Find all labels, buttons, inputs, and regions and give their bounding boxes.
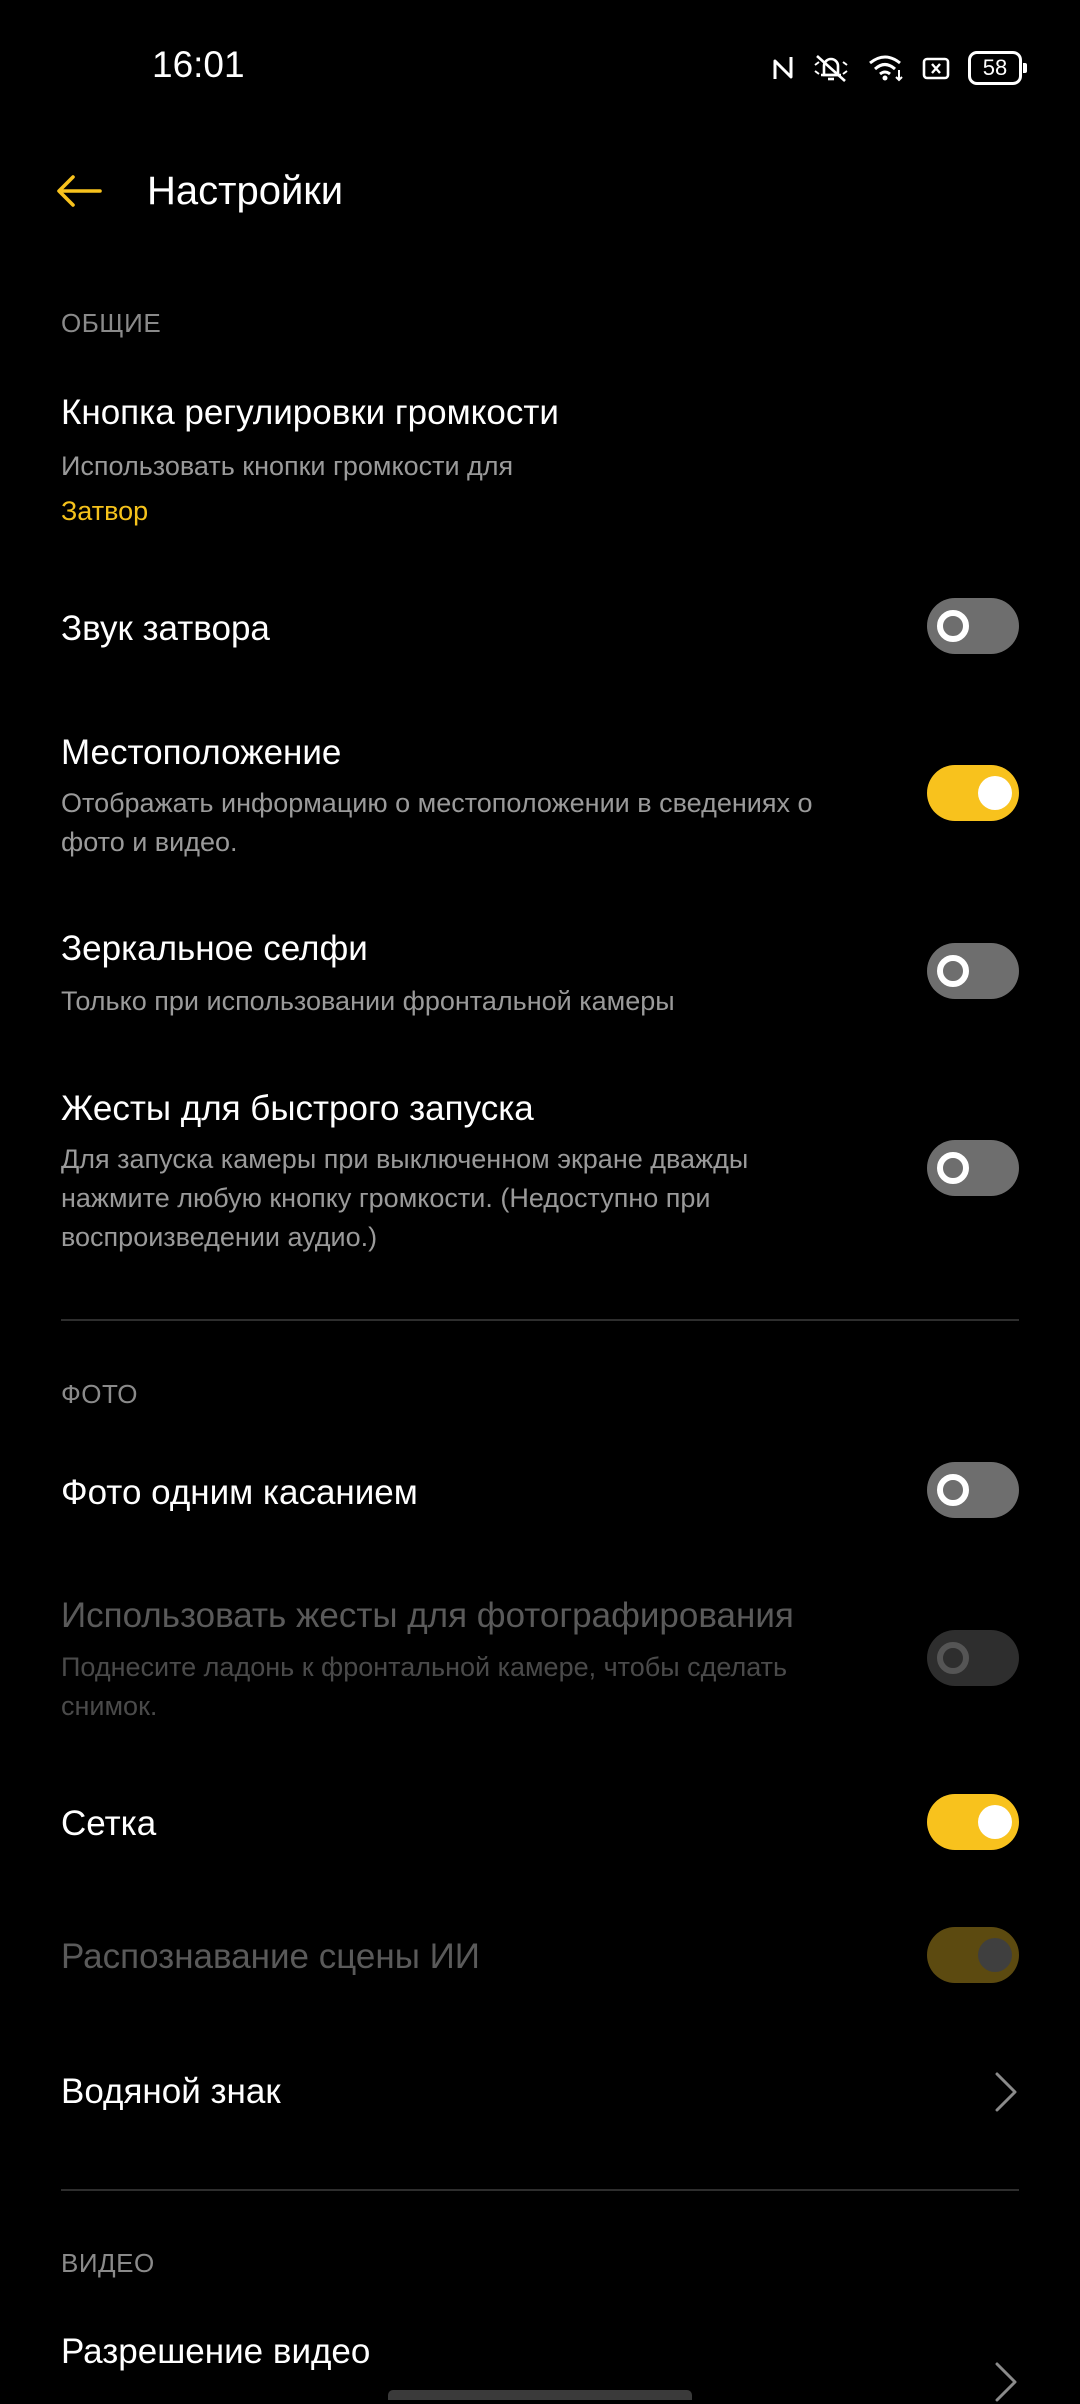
quick-launch-toggle[interactable] [927, 1140, 1019, 1196]
setting-video-resolution[interactable]: Разрешение видео [0, 2310, 1080, 2402]
setting-title: Местоположение [61, 733, 342, 772]
section-header-photo: ФОТО [61, 1379, 138, 1409]
setting-subtitle: Только при использовании фронтальной кам… [61, 986, 675, 1016]
shutter-sound-toggle[interactable] [927, 598, 1019, 654]
grid-toggle[interactable] [927, 1794, 1019, 1850]
setting-quick-launch[interactable]: Жесты для быстрого запуска Для запуска к… [0, 1075, 1080, 1265]
setting-gesture-photo: Использовать жесты для фотографирования … [0, 1580, 1080, 1740]
setting-subtitle: Для запуска камеры при выключенном экран… [61, 1144, 749, 1252]
section-divider [61, 1319, 1019, 1321]
one-touch-photo-toggle[interactable] [927, 1462, 1019, 1518]
setting-title: Жесты для быстрого запуска [61, 1089, 534, 1128]
mirror-selfie-toggle[interactable] [927, 943, 1019, 999]
setting-subtitle: Использовать кнопки громкости для [61, 451, 514, 481]
setting-title: Водяной знак [61, 2072, 281, 2111]
setting-mirror-selfie[interactable]: Зеркальное селфи Только при использовани… [0, 915, 1080, 1035]
gesture-photo-toggle [927, 1630, 1019, 1686]
setting-title: Использовать жесты для фотографирования [61, 1596, 794, 1635]
setting-ai-scene: Распознавание сцены ИИ [0, 1905, 1080, 2015]
setting-location[interactable]: Местоположение Отображать информацию о м… [0, 715, 1080, 875]
chevron-right-icon [995, 2362, 1017, 2402]
setting-title: Сетка [61, 1804, 157, 1843]
setting-one-touch-photo[interactable]: Фото одним касанием [0, 1440, 1080, 1550]
setting-volume-key[interactable]: Кнопка регулировки громкости Использоват… [0, 375, 1080, 545]
chevron-right-icon [995, 2072, 1017, 2112]
setting-shutter-sound[interactable]: Звук затвора [0, 570, 1080, 680]
setting-subtitle: Поднесите ладонь к фронтальной камере, ч… [61, 1652, 788, 1721]
ai-scene-toggle [927, 1927, 1019, 1983]
location-toggle[interactable] [927, 765, 1019, 821]
section-divider [61, 2189, 1019, 2191]
section-header-general: ОБЩИЕ [61, 308, 162, 338]
setting-grid[interactable]: Сетка [0, 1770, 1080, 1880]
setting-title: Фото одним касанием [61, 1473, 418, 1512]
setting-title: Звук затвора [61, 609, 270, 648]
setting-subtitle: Отображать информацию о местоположении в… [61, 788, 813, 857]
setting-title: Распознавание сцены ИИ [61, 1937, 480, 1976]
setting-value: Затвор [61, 496, 149, 526]
settings-list: ОБЩИЕ Кнопка регулировки громкости Испол… [0, 0, 1080, 2402]
setting-watermark[interactable]: Водяной знак [0, 2040, 1080, 2150]
setting-title: Кнопка регулировки громкости [61, 393, 559, 432]
home-indicator[interactable] [388, 2390, 692, 2400]
setting-title: Разрешение видео [61, 2332, 371, 2371]
section-header-video: ВИДЕО [61, 2248, 155, 2278]
setting-title: Зеркальное селфи [61, 929, 368, 968]
